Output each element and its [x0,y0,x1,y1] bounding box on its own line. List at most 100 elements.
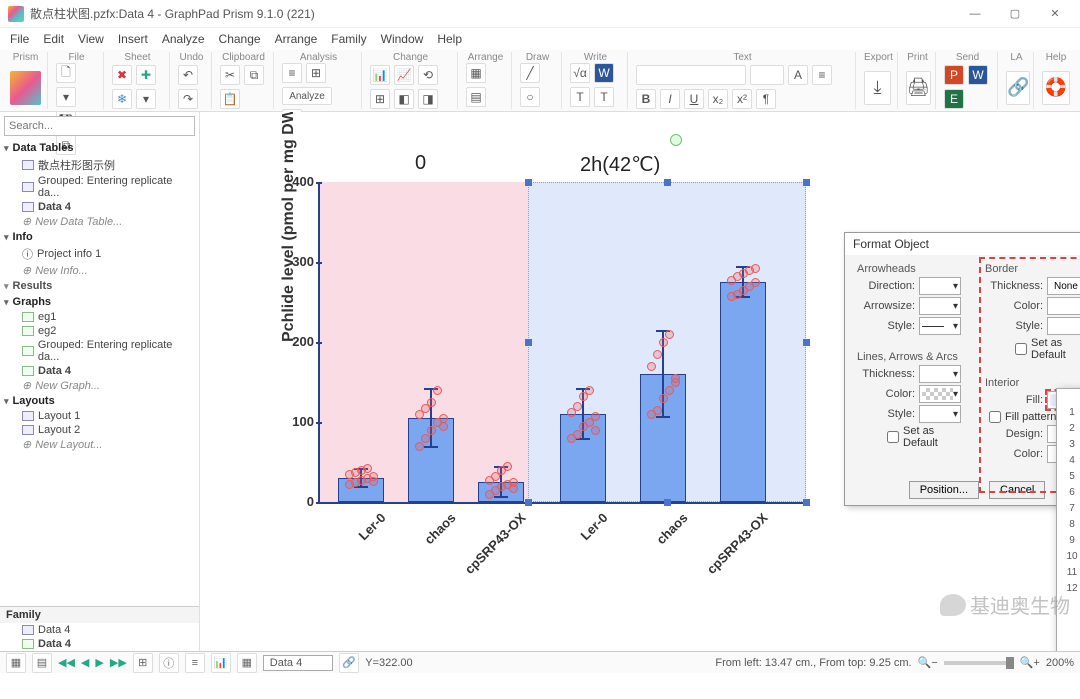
send-excel-icon[interactable]: E [944,89,964,109]
nav-new-graph[interactable]: ⊕ New Graph... [0,378,199,393]
send-ppt-icon[interactable]: P [944,65,964,85]
search-input[interactable] [4,116,195,136]
new-file-icon[interactable]: 🗋 [56,63,76,83]
cut-icon[interactable]: ✂ [220,65,240,85]
nav-new-data-table[interactable]: ⊕ New Data Table... [0,214,199,229]
new-sheet-icon[interactable]: ✚ [136,65,156,85]
analyze-button[interactable]: Analyze [282,87,332,105]
change-icon4[interactable]: ⊞ [370,89,390,109]
nav-next-icon[interactable]: ▶ [95,656,103,669]
align-left-icon[interactable]: ≡ [812,65,832,85]
print-icon[interactable]: 🖨 [906,71,931,105]
delete-sheet-icon[interactable]: ✖ [112,65,132,85]
nav-new-layout[interactable]: ⊕ New Layout... [0,437,199,452]
font-family-combo[interactable] [636,65,746,85]
nav-prev-icon[interactable]: ◀ [81,656,89,669]
write-word-icon[interactable]: W [594,63,614,83]
arrange-back-icon[interactable]: ▤ [466,87,486,107]
prism-icon[interactable] [10,71,41,105]
font-color-icon[interactable]: A [788,65,808,85]
draw-line-icon[interactable]: ╱ [520,63,540,83]
duplicate-sheet-icon[interactable]: ❄ [112,89,132,109]
arrange-front-icon[interactable]: ▦ [466,63,486,83]
analysis-icon[interactable]: ≡ [282,63,302,83]
zoom-out-icon[interactable]: 🔍− [918,656,938,669]
nav-results[interactable]: Results [0,278,199,294]
graph-canvas[interactable]: Pchlide level (pmol per mg DW) 010020030… [200,112,1080,651]
status-btn[interactable]: 📊 [211,653,231,673]
change-icon3[interactable]: ⟲ [418,65,438,85]
family-item[interactable]: Data 4 [0,623,199,637]
lines-default-check[interactable] [887,431,899,443]
text-misc-icon[interactable]: ¶ [756,89,776,109]
nav-item[interactable]: Grouped: Entering replicate da... [0,338,199,364]
menu-analyze[interactable]: Analyze [162,32,205,46]
nav-item[interactable]: eg2 [0,324,199,338]
minimize-button[interactable]: ― [958,4,992,24]
status-btn[interactable]: ⓘ [159,653,179,673]
sub-icon[interactable]: x₂ [708,89,728,109]
status-btn[interactable]: ▦ [237,653,257,673]
change-icon[interactable]: 📊 [370,65,390,85]
la-icon[interactable]: 🔗 [1006,71,1030,105]
nav-item[interactable]: Data 4 [0,364,199,378]
font-size-combo[interactable] [750,65,784,85]
analysis-icon2[interactable]: ⊞ [306,63,326,83]
menu-edit[interactable]: Edit [43,32,64,46]
change-icon5[interactable]: ◧ [394,89,414,109]
write-t-icon[interactable]: T [570,87,590,107]
status-btn[interactable]: ⊞ [133,653,153,673]
nav-new-info[interactable]: ⊕ New Info... [0,263,199,278]
redo-icon[interactable]: ↷ [178,89,198,109]
menu-change[interactable]: Change [219,32,261,46]
nav-item[interactable]: Data 4 [0,200,199,214]
change-icon2[interactable]: 📈 [394,65,414,85]
status-btn[interactable]: ≡ [185,653,205,673]
line-color-combo[interactable]: ▾ [919,385,961,403]
zoom-slider[interactable] [944,661,1014,665]
maximize-button[interactable]: ▢ [998,4,1032,24]
nav-item[interactable]: Grouped: Entering replicate da... [0,174,199,200]
arrow-style-combo[interactable]: ▾ [919,317,961,335]
zoom-in-icon[interactable]: 🔍+ [1020,656,1040,669]
arrowsize-combo[interactable]: ▾ [919,297,961,315]
undo-icon[interactable]: ↶ [178,65,198,85]
change-icon6[interactable]: ◨ [418,89,438,109]
family-item[interactable]: Data 4 [0,637,199,651]
nav-item[interactable]: eg1 [0,310,199,324]
direction-combo[interactable]: ▾ [919,277,961,295]
help-icon[interactable]: 🛟 [1042,71,1070,105]
underline-icon[interactable]: U [684,89,704,109]
menu-file[interactable]: File [10,32,29,46]
copy-icon[interactable]: ⧉ [244,65,264,85]
menu-family[interactable]: Family [331,32,366,46]
write-sqrt-icon[interactable]: √α [570,63,590,83]
nav-item[interactable]: ⓘ Project info 1 [0,245,199,263]
write-t2-icon[interactable]: T [594,87,614,107]
bold-icon[interactable]: B [636,89,656,109]
nav-graphs[interactable]: Graphs [0,294,199,310]
menu-help[interactable]: Help [437,32,462,46]
close-button[interactable]: ✕ [1038,4,1072,24]
paste-icon[interactable]: 📋 [220,89,240,109]
sheet-dropdown-icon[interactable]: ▾ [136,89,156,109]
status-icon[interactable]: ▦ [6,653,26,673]
nav-item[interactable]: Layout 2 [0,423,199,437]
sup-icon[interactable]: x² [732,89,752,109]
nav-layouts[interactable]: Layouts [0,393,199,409]
nav-info[interactable]: Info [0,229,199,245]
status-icon[interactable]: ▤ [32,653,52,673]
export-icon[interactable]: ⤓ [864,71,891,105]
line-thickness-combo[interactable]: ▾ [919,365,961,383]
position-button[interactable]: Position... [909,481,979,499]
nav-first-icon[interactable]: ◀◀ [58,656,75,669]
nav-last-icon[interactable]: ▶▶ [110,656,127,669]
menu-view[interactable]: View [78,32,104,46]
menu-arrange[interactable]: Arrange [275,32,318,46]
rotate-handle-icon[interactable] [668,132,682,146]
menu-insert[interactable]: Insert [118,32,148,46]
sheet-name-combo[interactable]: Data 4 [263,655,333,671]
line-style-combo[interactable]: ▾ [919,405,961,423]
nav-item[interactable]: Layout 1 [0,409,199,423]
draw-shape-icon[interactable]: ○ [520,87,540,107]
